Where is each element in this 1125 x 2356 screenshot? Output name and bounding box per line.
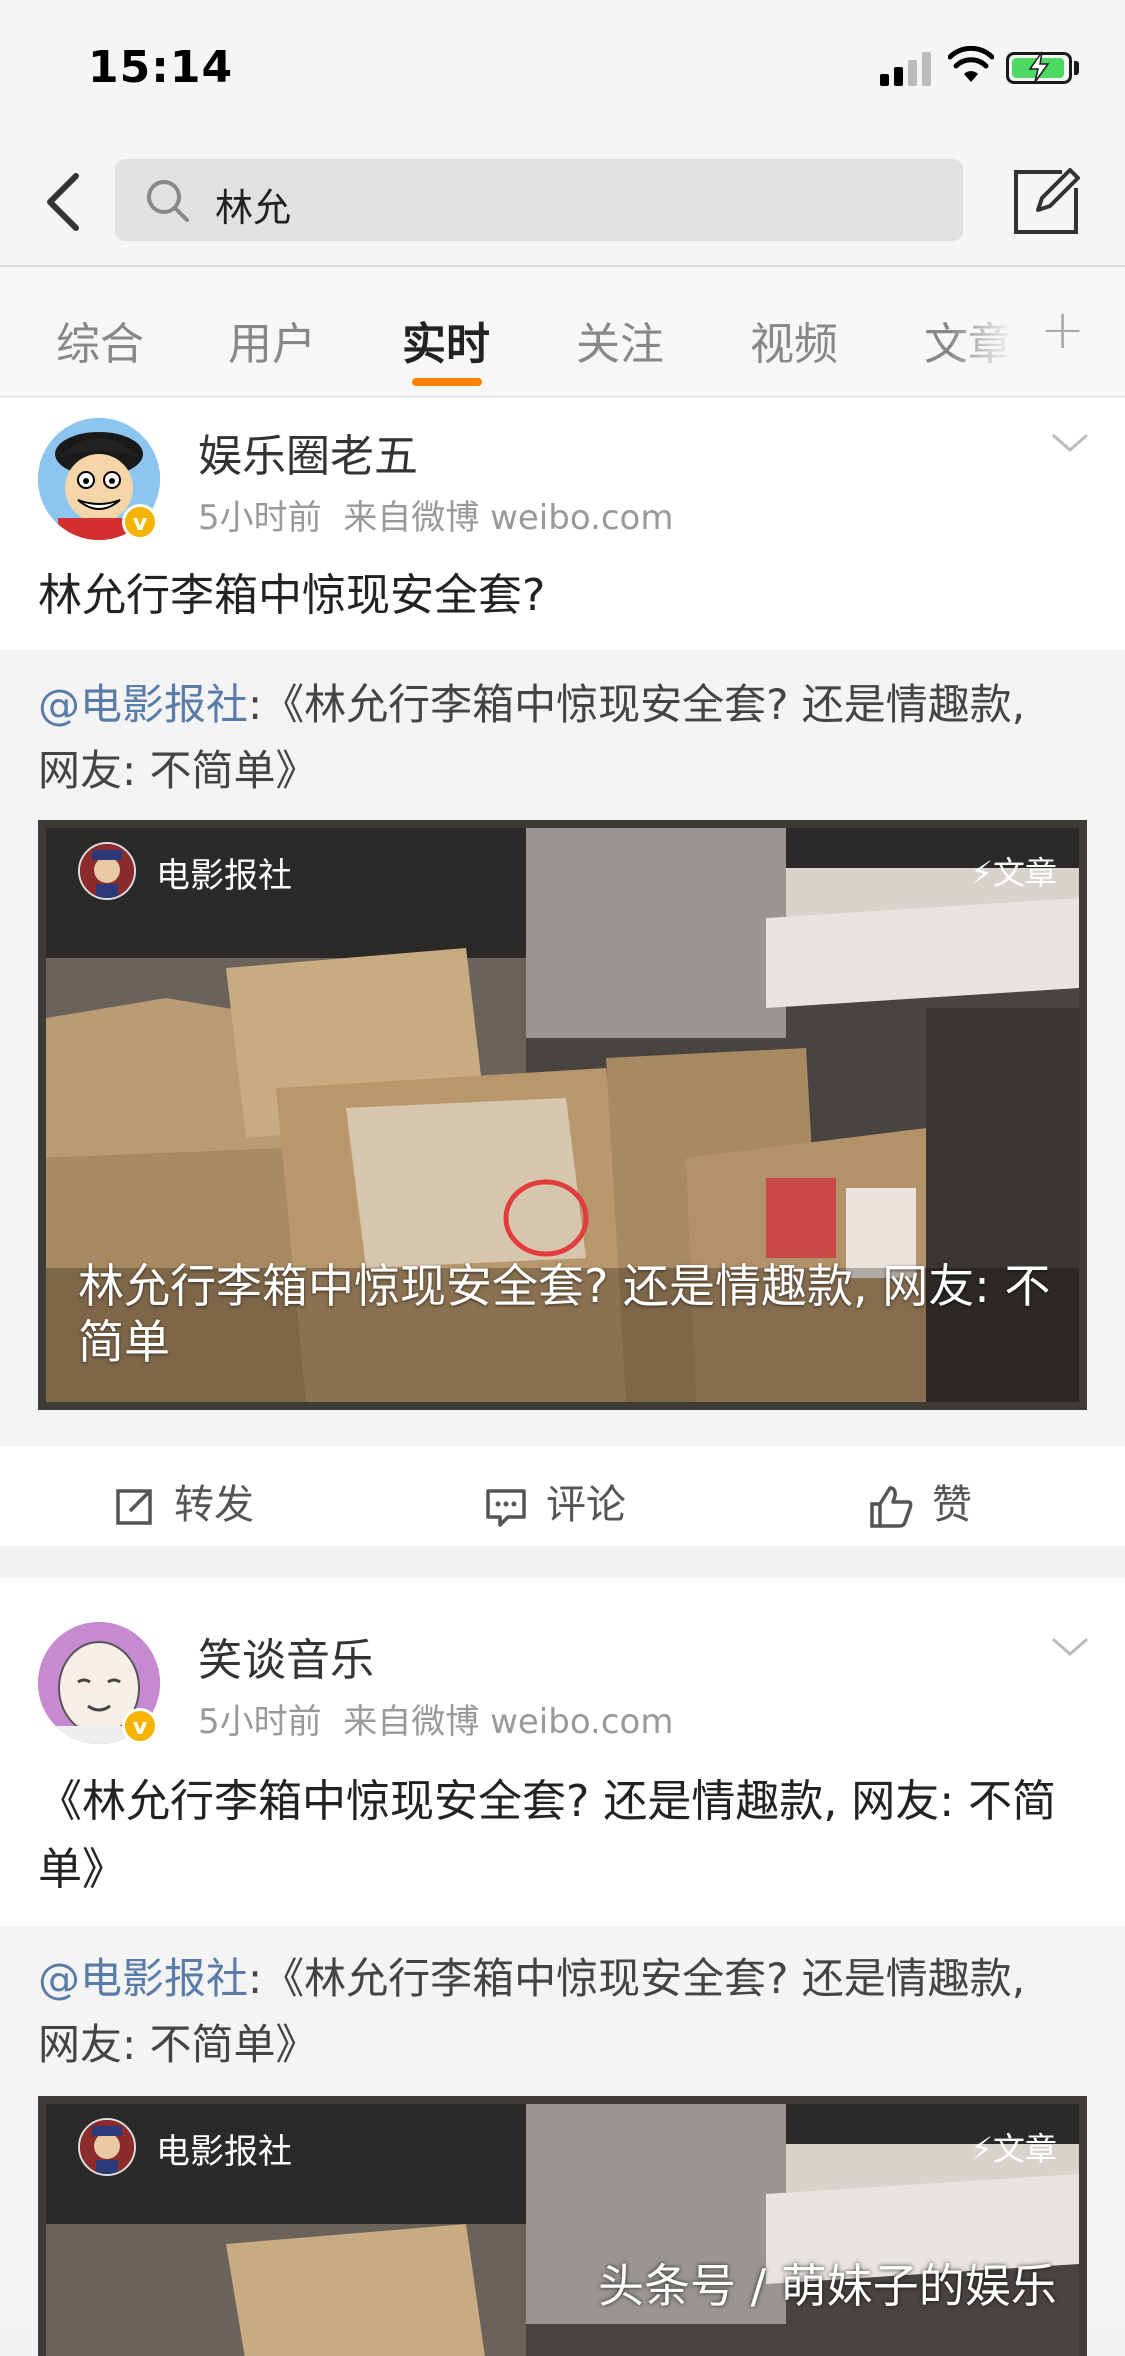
tab-fade: [950, 268, 1040, 396]
search-nav-bar: 林允: [0, 140, 1125, 267]
article-card[interactable]: 电影报社 ⚡文章: [38, 2096, 1087, 2356]
search-icon: [147, 180, 189, 222]
tab-all[interactable]: 综合: [56, 308, 144, 372]
compose-icon[interactable]: [1008, 164, 1084, 240]
charging-bolt-icon: [1028, 51, 1050, 83]
post-header: v 娱乐圈老五 5小时前 来自微博 weibo.com 林允行李箱中惊现安全套?: [0, 398, 1125, 650]
status-bar: 15:14: [0, 0, 1125, 140]
article-badge: ⚡文章: [970, 2130, 1057, 2168]
add-tab-icon[interactable]: +: [1040, 298, 1085, 361]
like-label: 赞: [932, 1482, 972, 1528]
post-author[interactable]: 娱乐圈老五: [198, 420, 418, 484]
thumbs-up-icon: [870, 1486, 913, 1528]
comment-label: 评论: [546, 1482, 626, 1528]
verified-badge-icon: v: [122, 1708, 158, 1744]
comment-button[interactable]: 评论: [484, 1472, 626, 1530]
source-avatar: [78, 842, 136, 900]
battery-cap: [1074, 61, 1079, 75]
repost-button[interactable]: 转发: [112, 1472, 254, 1530]
card-source-name: 电影报社: [156, 2132, 292, 2172]
verified-badge-icon: v: [122, 504, 158, 540]
wifi-icon: [948, 46, 994, 82]
article-badge: ⚡文章: [970, 854, 1057, 892]
card-source-name: 电影报社: [156, 856, 292, 896]
repost-block[interactable]: @电影报社:《林允行李箱中惊现安全套? 还是情趣款, 网友: 不简单》 电影报社…: [0, 650, 1125, 1445]
post-text: 林允行李箱中惊现安全套?: [38, 570, 546, 621]
repost-text: @电影报社:《林允行李箱中惊现安全套? 还是情趣款, 网友: 不简单》: [38, 672, 1078, 804]
like-button[interactable]: 赞: [868, 1472, 972, 1530]
back-arrow-icon[interactable]: [28, 162, 98, 242]
article-card[interactable]: 电影报社 ⚡文章 林允行李箱中惊现安全套? 还是情趣款, 网友: 不简单: [38, 820, 1087, 1410]
comment-icon: [486, 1489, 526, 1527]
chevron-down-icon[interactable]: [1050, 432, 1090, 456]
status-time: 15:14: [88, 42, 234, 93]
share-icon: [116, 1489, 152, 1525]
feed-post: v 笑谈音乐 5小时前 来自微博 weibo.com 《林允行李箱中惊现安全套?…: [0, 1578, 1125, 2356]
source-avatar: [78, 2118, 136, 2176]
tab-video[interactable]: 视频: [750, 308, 838, 372]
post-source: 来自微博 weibo.com: [343, 498, 674, 538]
chevron-down-icon[interactable]: [1050, 1636, 1090, 1660]
cellular-signal-icon: [880, 50, 934, 86]
post-author[interactable]: 笑谈音乐: [198, 1624, 374, 1688]
card-caption: 林允行李箱中惊现安全套? 还是情趣款, 网友: 不简单: [78, 1259, 1051, 1369]
repost-text: @电影报社:《林允行李箱中惊现安全套? 还是情趣款, 网友: 不简单》: [38, 1946, 1078, 2078]
post-time: 5小时前: [198, 1702, 322, 1742]
search-query: 林允: [215, 186, 292, 230]
feed-post: v 娱乐圈老五 5小时前 来自微博 weibo.com 林允行李箱中惊现安全套?…: [0, 398, 1125, 1548]
post-time: 5小时前: [198, 498, 322, 538]
filter-tab-bar: 综合 用户 实时 关注 视频 文章 +: [0, 268, 1125, 397]
post-meta: 5小时前 来自微博 weibo.com: [198, 1694, 673, 1743]
watermark: 头条号 / 萌妹子的娱乐: [598, 2259, 1057, 2313]
mention-link[interactable]: @电影报社: [38, 1954, 248, 2003]
mention-link[interactable]: @电影报社: [38, 680, 248, 729]
tab-users[interactable]: 用户: [228, 308, 316, 372]
repost-label: 转发: [174, 1482, 254, 1528]
post-meta: 5小时前 来自微博 weibo.com: [198, 490, 673, 539]
tab-following[interactable]: 关注: [576, 308, 664, 372]
post-header: v 笑谈音乐 5小时前 来自微博 weibo.com 《林允行李箱中惊现安全套?…: [0, 1578, 1125, 1926]
tab-realtime[interactable]: 实时: [402, 308, 490, 372]
active-tab-indicator: [412, 378, 482, 386]
post-source: 来自微博 weibo.com: [343, 1702, 674, 1742]
post-text: 《林允行李箱中惊现安全套? 还是情趣款, 网友: 不简单》: [38, 1776, 1057, 1895]
post-actions: 转发 评论 赞: [0, 1445, 1125, 1546]
search-input[interactable]: 林允: [115, 159, 963, 241]
